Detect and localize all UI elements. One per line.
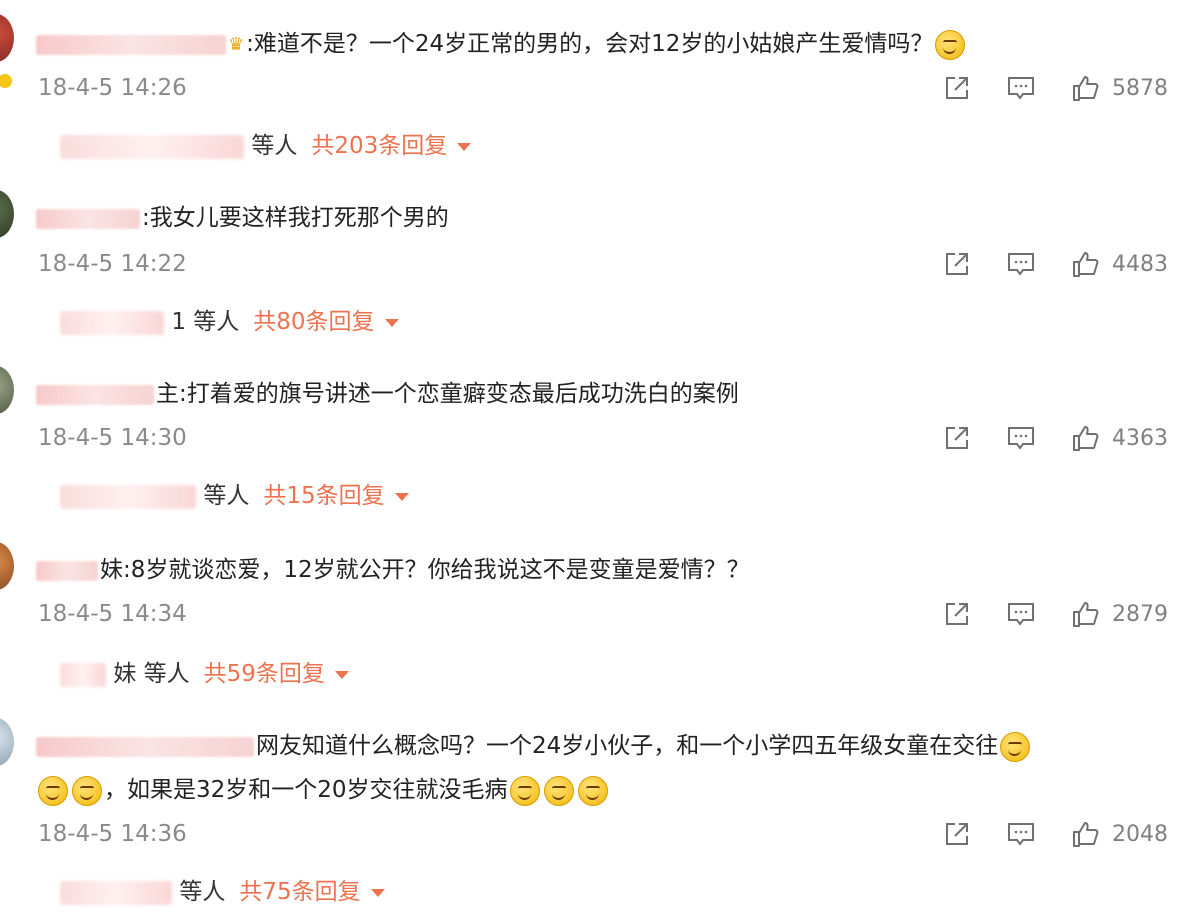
chevron-down-icon[interactable] — [394, 492, 409, 501]
username[interactable] — [36, 208, 140, 229]
reply-users — [60, 880, 172, 905]
comment-text: 网友知道什么概念吗？一个24岁小伙子，和一个小学四五年级女童在交往 ，如果是32… — [36, 724, 1146, 812]
comment-actions: 2048 — [908, 816, 1168, 852]
comment-meta: 18-4-5 14:30 4363 — [38, 420, 1168, 456]
share-icon[interactable] — [942, 599, 972, 629]
thumbs-up-icon[interactable] — [1070, 599, 1100, 629]
comment-meta: 18-4-5 14:36 2048 — [38, 816, 1168, 852]
smile-emoji-icon — [72, 775, 102, 806]
reply-summary[interactable]: 等人 共75条回复 — [60, 872, 385, 912]
comment-icon[interactable] — [1006, 73, 1036, 103]
like-count: 4483 — [1112, 251, 1168, 277]
avatar[interactable] — [0, 190, 14, 238]
username[interactable] — [36, 560, 98, 581]
comment-actions: 4483 — [908, 246, 1168, 282]
comment-icon[interactable] — [1006, 819, 1036, 849]
smile-emoji-icon — [935, 29, 966, 60]
thumbs-up-icon[interactable] — [1070, 423, 1100, 453]
like-count: 2879 — [1112, 601, 1168, 627]
comment-meta: 18-4-5 14:26 5878 — [38, 70, 1168, 106]
smile-emoji-icon — [509, 775, 540, 806]
view-replies-link[interactable]: 共15条回复 — [263, 483, 384, 509]
verified-badge-icon — [0, 72, 14, 90]
comment-actions: 2879 — [908, 596, 1168, 632]
thumbs-up-icon[interactable] — [1070, 73, 1100, 103]
smile-emoji-icon — [38, 775, 68, 806]
comment-actions: 5878 — [908, 70, 1168, 106]
timestamp: 18-4-5 14:36 — [38, 821, 187, 847]
like-count: 4363 — [1112, 425, 1168, 451]
share-icon[interactable] — [942, 73, 972, 103]
reply-summary[interactable]: 妹 等人 共59条回复 — [60, 654, 349, 694]
share-icon[interactable] — [942, 423, 972, 453]
reply-users — [60, 134, 244, 159]
view-replies-link[interactable]: 共80条回复 — [253, 309, 374, 335]
crown-icon: ♛ — [228, 33, 245, 55]
timestamp: 18-4-5 14:34 — [38, 601, 187, 627]
view-replies-link[interactable]: 共59条回复 — [204, 661, 325, 687]
reply-users — [60, 662, 106, 687]
reply-users — [60, 484, 196, 509]
timestamp: 18-4-5 14:30 — [38, 425, 187, 451]
smile-emoji-icon — [1000, 731, 1031, 762]
smile-emoji-icon — [577, 775, 608, 806]
chevron-down-icon[interactable] — [384, 318, 399, 327]
comment-text: ♛:难道不是？一个24岁正常的男的，会对12岁的小姑娘产生爱情吗？ — [36, 22, 1146, 67]
comment-meta: 18-4-5 14:34 2879 — [38, 596, 1168, 632]
reply-summary[interactable]: 等人 共203条回复 — [60, 126, 472, 166]
like-count: 5878 — [1112, 75, 1168, 101]
timestamp: 18-4-5 14:26 — [38, 75, 187, 101]
comment-text: :我女儿要这样我打死那个男的 — [36, 196, 1146, 240]
reply-users — [60, 310, 164, 335]
view-replies-link[interactable]: 共75条回复 — [239, 879, 360, 905]
view-replies-link[interactable]: 共203条回复 — [311, 133, 447, 159]
like-count: 2048 — [1112, 821, 1168, 847]
thumbs-up-icon[interactable] — [1070, 249, 1100, 279]
comment-icon[interactable] — [1006, 423, 1036, 453]
avatar[interactable] — [0, 366, 14, 414]
comment-meta: 18-4-5 14:22 4483 — [38, 246, 1168, 282]
smile-emoji-icon — [543, 775, 574, 806]
avatar[interactable] — [0, 542, 14, 590]
chevron-down-icon[interactable] — [457, 142, 472, 151]
share-icon[interactable] — [942, 819, 972, 849]
avatar[interactable] — [0, 718, 14, 766]
comment-text: 妹:8岁就谈恋爱，12岁就公开？你给我说这不是变童是爱情？？ — [36, 548, 1146, 592]
username[interactable] — [36, 384, 154, 405]
reply-summary[interactable]: 1 等人 共80条回复 — [60, 302, 399, 342]
comment-text: 主:打着爱的旗号讲述一个恋童癖变态最后成功洗白的案例 — [36, 372, 1146, 416]
chevron-down-icon[interactable] — [334, 670, 349, 679]
comment-icon[interactable] — [1006, 249, 1036, 279]
comment-icon[interactable] — [1006, 599, 1036, 629]
thumbs-up-icon[interactable] — [1070, 819, 1100, 849]
comment-actions: 4363 — [908, 420, 1168, 456]
username[interactable] — [36, 736, 254, 757]
share-icon[interactable] — [942, 249, 972, 279]
username[interactable] — [36, 34, 226, 55]
avatar[interactable] — [0, 14, 14, 62]
timestamp: 18-4-5 14:22 — [38, 251, 187, 277]
reply-summary[interactable]: 等人 共15条回复 — [60, 476, 409, 516]
